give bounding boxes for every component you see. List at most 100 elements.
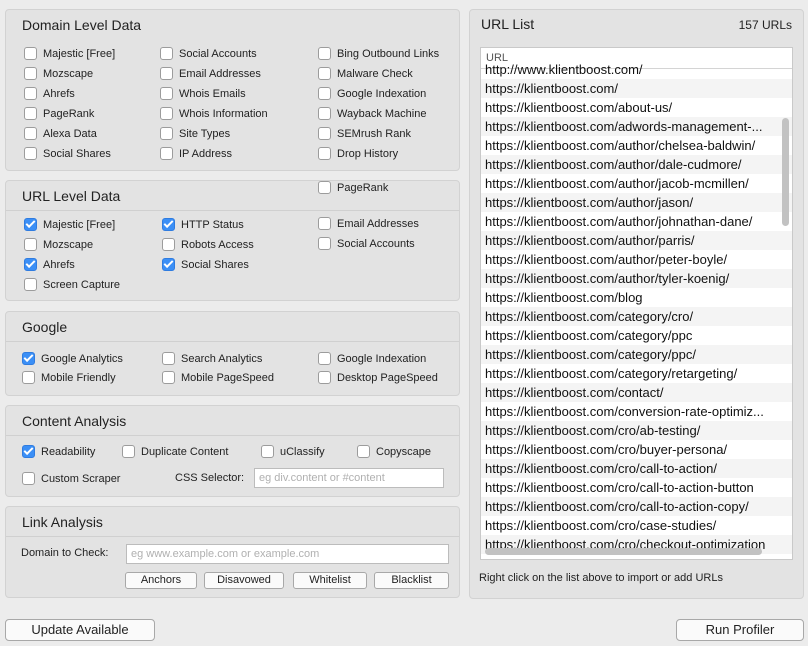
domain-drop-history-checkbox[interactable]: Drop History <box>318 147 398 160</box>
domain-semrush-rank-checkbox-box[interactable] <box>318 127 331 140</box>
domain-to-check-input[interactable] <box>126 544 449 564</box>
url-ahrefs-checkbox-box[interactable] <box>24 258 37 271</box>
url-social-shares-checkbox[interactable]: Social Shares <box>162 258 249 271</box>
google-mobile-friendly-checkbox-box[interactable] <box>22 371 35 384</box>
domain-whois-emails-checkbox[interactable]: Whois Emails <box>160 87 246 100</box>
update-available-button[interactable]: Update Available <box>5 619 155 641</box>
domain-pagerank-checkbox[interactable]: PageRank <box>24 107 94 120</box>
domain-malware-check-checkbox[interactable]: Malware Check <box>318 67 413 80</box>
domain-wayback-machine-checkbox[interactable]: Wayback Machine <box>318 107 426 120</box>
domain-majestic-free-checkbox-box[interactable] <box>24 47 37 60</box>
domain-bing-outbound-links-checkbox-box[interactable] <box>318 47 331 60</box>
url-robots-access-checkbox-box[interactable] <box>162 238 175 251</box>
domain-majestic-free-checkbox[interactable]: Majestic [Free] <box>24 47 115 60</box>
url-row[interactable]: https://klientboost.com/category/cro/ <box>481 307 792 326</box>
domain-drop-history-checkbox-box[interactable] <box>318 147 331 160</box>
url-screen-capture-checkbox[interactable]: Screen Capture <box>24 278 120 291</box>
domain-site-types-checkbox[interactable]: Site Types <box>160 127 230 140</box>
content-uclassify-checkbox[interactable]: uClassify <box>261 445 325 458</box>
domain-google-indexation-checkbox[interactable]: Google Indexation <box>318 87 426 100</box>
google-google-analytics-checkbox-box[interactable] <box>22 352 35 365</box>
url-row[interactable]: https://klientboost.com/cro/buyer-person… <box>481 440 792 459</box>
url-row[interactable]: https://klientboost.com/cro/ab-testing/ <box>481 421 792 440</box>
url-email-addresses-checkbox[interactable]: Email Addresses <box>318 217 419 230</box>
google-search-analytics-checkbox-box[interactable] <box>162 352 175 365</box>
content-custom-scraper-checkbox[interactable]: Custom Scraper <box>22 472 120 485</box>
content-duplicate-content-checkbox-box[interactable] <box>122 445 135 458</box>
google-mobile-pagespeed-checkbox[interactable]: Mobile PageSpeed <box>162 371 274 384</box>
url-row[interactable]: https://klientboost.com/cro/case-studies… <box>481 516 792 535</box>
url-row[interactable]: https://klientboost.com/about-us/ <box>481 98 792 117</box>
vertical-scrollbar[interactable] <box>782 118 789 226</box>
url-email-addresses-checkbox-box[interactable] <box>318 217 331 230</box>
content-readability-checkbox[interactable]: Readability <box>22 445 95 458</box>
url-row[interactable]: https://klientboost.com/cro/call-to-acti… <box>481 497 792 516</box>
domain-social-accounts-checkbox-box[interactable] <box>160 47 173 60</box>
domain-social-shares-checkbox-box[interactable] <box>24 147 37 160</box>
content-copyscape-checkbox[interactable]: Copyscape <box>357 445 431 458</box>
url-row[interactable]: https://klientboost.com/ <box>481 79 792 98</box>
url-row[interactable]: https://klientboost.com/cro/call-to-acti… <box>481 478 792 497</box>
url-social-accounts-checkbox-box[interactable] <box>318 237 331 250</box>
google-google-analytics-checkbox[interactable]: Google Analytics <box>22 352 123 365</box>
url-pagerank-checkbox-box[interactable] <box>318 181 331 194</box>
url-row[interactable]: https://klientboost.com/author/jason/ <box>481 193 792 212</box>
domain-ahrefs-checkbox-box[interactable] <box>24 87 37 100</box>
url-row[interactable]: http://www.klientboost.com/ <box>481 60 792 79</box>
url-row[interactable]: https://klientboost.com/author/johnathan… <box>481 212 792 231</box>
horizontal-scrollbar[interactable] <box>485 548 762 555</box>
domain-ip-address-checkbox[interactable]: IP Address <box>160 147 232 160</box>
css-selector-input[interactable] <box>254 468 444 488</box>
url-row[interactable]: https://klientboost.com/contact/ <box>481 383 792 402</box>
domain-social-accounts-checkbox[interactable]: Social Accounts <box>160 47 257 60</box>
url-social-shares-checkbox-box[interactable] <box>162 258 175 271</box>
anchors-button[interactable]: Anchors <box>125 572 197 589</box>
google-mobile-pagespeed-checkbox-box[interactable] <box>162 371 175 384</box>
domain-wayback-machine-checkbox-box[interactable] <box>318 107 331 120</box>
url-robots-access-checkbox[interactable]: Robots Access <box>162 238 254 251</box>
blacklist-button[interactable]: Blacklist <box>374 572 449 589</box>
run-profiler-button[interactable]: Run Profiler <box>676 619 804 641</box>
domain-alexa-data-checkbox[interactable]: Alexa Data <box>24 127 97 140</box>
url-row[interactable]: https://klientboost.com/category/ppc <box>481 326 792 345</box>
url-majestic-free-checkbox-box[interactable] <box>24 218 37 231</box>
domain-whois-emails-checkbox-box[interactable] <box>160 87 173 100</box>
content-copyscape-checkbox-box[interactable] <box>357 445 370 458</box>
google-desktop-pagespeed-checkbox-box[interactable] <box>318 371 331 384</box>
url-rows[interactable]: http://www.klientboost.com/https://klien… <box>481 60 792 559</box>
content-duplicate-content-checkbox[interactable]: Duplicate Content <box>122 445 228 458</box>
content-uclassify-checkbox-box[interactable] <box>261 445 274 458</box>
whitelist-button[interactable]: Whitelist <box>293 572 367 589</box>
url-http-status-checkbox-box[interactable] <box>162 218 175 231</box>
google-google-indexation-checkbox-box[interactable] <box>318 352 331 365</box>
url-row[interactable]: https://klientboost.com/author/tyler-koe… <box>481 269 792 288</box>
domain-ahrefs-checkbox[interactable]: Ahrefs <box>24 87 75 100</box>
url-row[interactable]: https://klientboost.com/blog <box>481 288 792 307</box>
google-mobile-friendly-checkbox[interactable]: Mobile Friendly <box>22 371 116 384</box>
google-google-indexation-checkbox[interactable]: Google Indexation <box>318 352 426 365</box>
url-row[interactable]: https://klientboost.com/category/retarge… <box>481 364 792 383</box>
url-row[interactable]: https://klientboost.com/author/dale-cudm… <box>481 155 792 174</box>
content-custom-scraper-checkbox-box[interactable] <box>22 472 35 485</box>
url-row[interactable]: https://klientboost.com/author/jacob-mcm… <box>481 174 792 193</box>
domain-email-addresses-checkbox-box[interactable] <box>160 67 173 80</box>
url-mozscape-checkbox[interactable]: Mozscape <box>24 238 93 251</box>
domain-whois-information-checkbox-box[interactable] <box>160 107 173 120</box>
domain-mozscape-checkbox[interactable]: Mozscape <box>24 67 93 80</box>
url-screen-capture-checkbox-box[interactable] <box>24 278 37 291</box>
domain-semrush-rank-checkbox[interactable]: SEMrush Rank <box>318 127 411 140</box>
url-pagerank-checkbox[interactable]: PageRank <box>318 181 388 194</box>
url-row[interactable]: https://klientboost.com/cro/call-to-acti… <box>481 459 792 478</box>
domain-bing-outbound-links-checkbox[interactable]: Bing Outbound Links <box>318 47 439 60</box>
google-desktop-pagespeed-checkbox[interactable]: Desktop PageSpeed <box>318 371 438 384</box>
domain-mozscape-checkbox-box[interactable] <box>24 67 37 80</box>
domain-whois-information-checkbox[interactable]: Whois Information <box>160 107 268 120</box>
domain-site-types-checkbox-box[interactable] <box>160 127 173 140</box>
url-row[interactable]: https://klientboost.com/conversion-rate-… <box>481 402 792 421</box>
url-ahrefs-checkbox[interactable]: Ahrefs <box>24 258 75 271</box>
domain-alexa-data-checkbox-box[interactable] <box>24 127 37 140</box>
domain-malware-check-checkbox-box[interactable] <box>318 67 331 80</box>
domain-google-indexation-checkbox-box[interactable] <box>318 87 331 100</box>
domain-ip-address-checkbox-box[interactable] <box>160 147 173 160</box>
content-readability-checkbox-box[interactable] <box>22 445 35 458</box>
